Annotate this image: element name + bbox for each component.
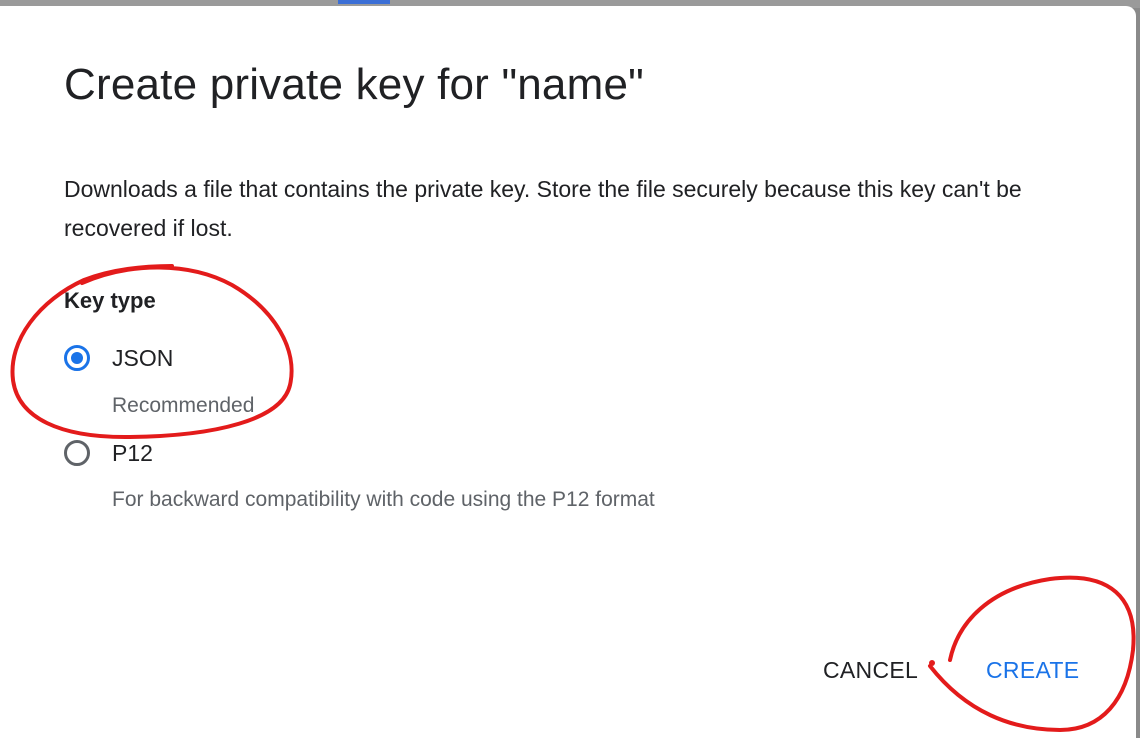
radio-label-p12: P12 <box>112 439 153 466</box>
backdrop-tab-indicator <box>338 0 390 4</box>
radio-checked-icon[interactable] <box>64 345 90 371</box>
radio-unchecked-icon[interactable] <box>64 440 90 466</box>
dialog-title: Create private key for "name" <box>64 60 644 109</box>
radio-help-json: Recommended <box>112 394 255 417</box>
create-key-dialog: Create private key for "name" Downloads … <box>0 6 1136 738</box>
radio-label-json: JSON <box>112 344 174 371</box>
radio-help-p12: For backward compatibility with code usi… <box>112 488 655 511</box>
key-type-label: Key type <box>64 288 156 313</box>
radio-option-p12[interactable]: P12 <box>64 436 153 470</box>
cancel-button[interactable]: CANCEL <box>823 652 918 688</box>
dialog-description: Downloads a file that contains the priva… <box>64 176 1022 241</box>
create-button[interactable]: CREATE <box>986 652 1079 688</box>
radio-option-json[interactable]: JSON <box>64 341 173 375</box>
